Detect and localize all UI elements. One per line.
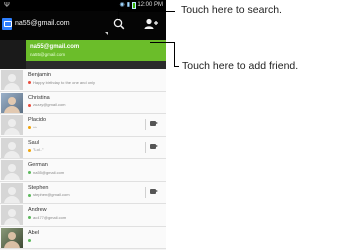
search-button[interactable]: [112, 17, 126, 31]
contact-avatar[interactable]: [1, 160, 23, 180]
contact-name: Saul: [28, 139, 40, 146]
contact-status: "Lol..": [33, 147, 44, 152]
presence-dot-icon: [28, 81, 31, 84]
contact-row[interactable]: Christina zuzzy@gmail.com: [0, 91, 166, 114]
contact-row[interactable]: Placido ^^: [0, 114, 166, 137]
contact-status: zuzzy@gmail.com: [33, 102, 66, 107]
dropdown-indicator: [105, 32, 108, 35]
search-callout-label: Touch here to search.: [181, 4, 282, 16]
contact-name: Benjamin: [28, 72, 51, 78]
status-bar: Ψ ◉ ▮ 12:00 PM: [0, 0, 166, 11]
contact-row[interactable]: Abel: [0, 226, 166, 249]
presence-dot-icon: [28, 148, 31, 152]
contact-avatar[interactable]: [1, 227, 23, 248]
contact-status: Happy birthday to the one and only: [33, 79, 96, 85]
contact-status: stephen@gmail.com: [33, 192, 70, 197]
add-callout-line-h1: [150, 42, 174, 43]
contact-name: Placido: [28, 117, 47, 123]
presence-dot-icon: [28, 193, 31, 197]
contact-name: Christina: [28, 94, 50, 101]
contact-row[interactable]: Saul "Lol..": [0, 136, 166, 159]
contact-row[interactable]: Stephen stephen@gmail.com: [0, 181, 166, 204]
my-status-text: na55@gmail.com: [30, 52, 66, 57]
contact-avatar[interactable]: [1, 115, 23, 135]
video-chat-icon[interactable]: [150, 188, 158, 194]
my-status-panel: na55@gmail.com na55@gmail.com: [26, 40, 166, 61]
contact-avatar[interactable]: [1, 70, 23, 90]
contact-name: German: [28, 162, 48, 168]
contact-row[interactable]: Benjamin Happy birthday to the one and on…: [0, 69, 166, 92]
talk-app-icon[interactable]: [2, 18, 12, 30]
signal-icon: ▮: [126, 2, 130, 8]
my-status-row[interactable]: na55@gmail.com na55@gmail.com: [0, 40, 166, 69]
search-icon: [113, 18, 125, 30]
add-callout-line-h2: [174, 66, 179, 67]
contact-avatar[interactable]: [1, 205, 23, 225]
clock: 12:00 PM: [137, 2, 163, 8]
action-bar: na55@gmail.com: [0, 11, 166, 40]
contact-avatar[interactable]: [1, 137, 23, 158]
account-label[interactable]: na55@gmail.com: [15, 20, 70, 27]
my-avatar: [0, 40, 26, 69]
video-chat-icon[interactable]: [150, 143, 158, 149]
contact-row[interactable]: Andrew ac477@gmail.com: [0, 204, 166, 227]
divider: [145, 141, 146, 153]
contact-list: Benjamin Happy birthday to the one and on…: [0, 69, 166, 249]
contact-status: ac477@gmail.com: [33, 214, 67, 220]
contact-avatar[interactable]: [1, 92, 23, 113]
contact-name: Abel: [28, 229, 40, 236]
status-icons: ◉ ▮: [119, 0, 136, 11]
divider: [145, 119, 146, 130]
add-friend-icon: [144, 18, 158, 29]
divider: [145, 186, 146, 198]
phone-screen: Ψ ◉ ▮ 12:00 PM na55@gmail.com na55@gmail…: [0, 0, 166, 250]
presence-dot-icon: [28, 103, 31, 107]
contact-row[interactable]: German na55@gmail.com: [0, 159, 166, 182]
usb-icon: Ψ: [4, 2, 10, 9]
contact-avatar[interactable]: [1, 182, 23, 203]
add-callout-line-v: [174, 42, 175, 66]
search-callout-line-h: [118, 11, 175, 12]
contact-name: Andrew: [28, 207, 47, 213]
presence-dot-icon: [28, 171, 31, 174]
presence-dot-icon: [28, 126, 31, 129]
presence-dot-icon: [28, 216, 31, 219]
search-callout-line: [118, 11, 119, 19]
contact-status: na55@gmail.com: [33, 169, 65, 175]
video-chat-icon[interactable]: [150, 121, 158, 126]
wifi-icon: ◉: [119, 2, 125, 8]
presence-dot-icon: [28, 238, 31, 242]
contact-status: ^^: [33, 124, 37, 130]
my-name: na55@gmail.com: [30, 44, 80, 50]
battery-icon: [132, 2, 136, 9]
add-friend-callout-label: Touch here to add friend.: [182, 60, 299, 72]
contact-name: Stephen: [28, 184, 49, 191]
add-friend-button[interactable]: [143, 17, 159, 31]
